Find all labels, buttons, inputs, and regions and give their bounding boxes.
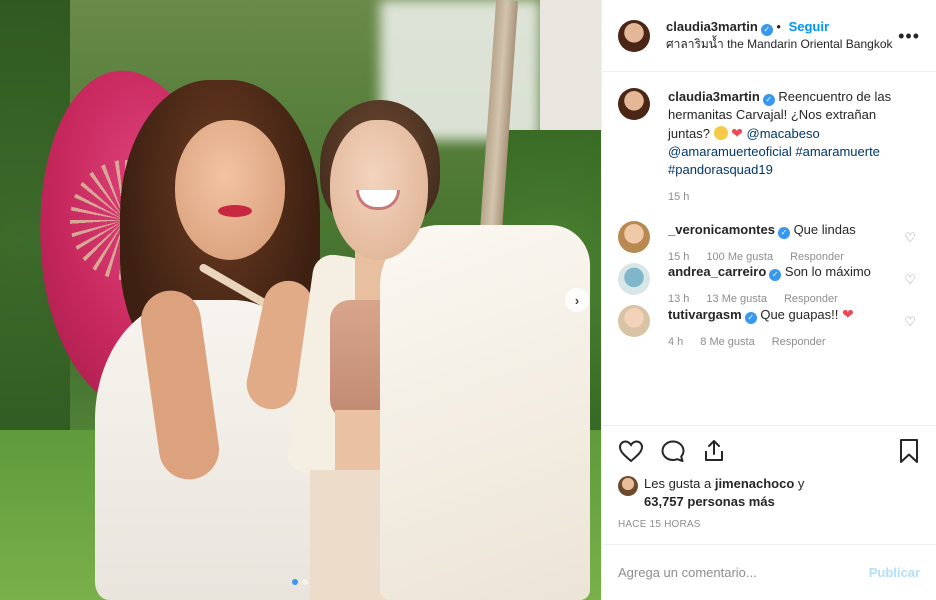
add-comment-bar: Publicar: [602, 544, 936, 600]
verified-badge-icon: ✓: [760, 24, 773, 36]
avatar[interactable]: [618, 221, 650, 253]
verified-badge-icon: ✓: [777, 227, 790, 239]
comment-likes[interactable]: 100 Me gusta: [706, 251, 773, 263]
like-comment-heart-icon[interactable]: ♡: [904, 272, 916, 288]
comment-item: andrea_carreiro ✓ Son lo máximo 13 h 13 M…: [618, 263, 920, 305]
avatar[interactable]: [618, 263, 650, 295]
comment-bubble-icon[interactable]: [660, 439, 686, 463]
comment-input[interactable]: [618, 565, 869, 580]
smile-emoji-icon: [713, 126, 728, 140]
comment-text: Son lo máximo: [784, 264, 871, 279]
location-link[interactable]: ศาลาริมน้ำ the Mandarin Oriental Bangkok: [666, 36, 893, 53]
action-bar: [602, 425, 936, 475]
heart-emoji-icon: ❤: [731, 125, 743, 141]
avatar[interactable]: [618, 476, 638, 496]
comment-likes[interactable]: 13 Me gusta: [706, 293, 767, 305]
save-bookmark-icon[interactable]: [898, 438, 920, 467]
comments-list: claudia3martin ✓ Reencuentro de las herma…: [602, 72, 936, 425]
reply-button[interactable]: Responder: [772, 336, 826, 348]
liker-username[interactable]: jimenachoco: [715, 476, 794, 491]
reply-button[interactable]: Responder: [784, 293, 838, 305]
comment-item: _veronicamontes ✓ Que lindas 15 h 100 Me …: [618, 221, 920, 263]
carousel-dot-active: [292, 579, 298, 585]
post-photo[interactable]: ›: [0, 0, 601, 600]
comment-username[interactable]: _veronicamontes: [668, 222, 775, 237]
caption: claudia3martin ✓ Reencuentro de las herma…: [618, 88, 920, 221]
heart-emoji-icon: ❤: [842, 306, 854, 322]
comment-text: Que guapas!!: [760, 307, 842, 322]
post-sidebar: claudia3martin ✓ • Seguir ศาลาริมน้ำ the …: [601, 0, 936, 600]
comment-username[interactable]: andrea_carreiro: [668, 264, 766, 279]
comment-likes[interactable]: 8 Me gusta: [700, 336, 754, 348]
carousel-dot: [302, 579, 308, 585]
more-options-icon[interactable]: •••: [898, 26, 920, 47]
separator: •: [776, 19, 781, 34]
comment-text: Que lindas: [793, 222, 856, 237]
chevron-right-icon: ›: [574, 292, 580, 308]
verified-badge-icon: ✓: [744, 312, 757, 324]
share-icon[interactable]: [702, 439, 726, 463]
comment-time: 13 h: [668, 293, 690, 305]
avatar[interactable]: [618, 305, 650, 337]
verified-badge-icon: ✓: [762, 94, 775, 106]
like-comment-heart-icon[interactable]: ♡: [904, 314, 916, 330]
hashtag-link[interactable]: #pandorasquad19: [668, 162, 773, 177]
mention-link[interactable]: @macabeso: [747, 126, 820, 141]
comment-username[interactable]: tutivargasm: [668, 307, 742, 322]
comment-time: 4 h: [668, 336, 684, 348]
reply-button[interactable]: Responder: [790, 251, 844, 263]
follow-button[interactable]: Seguir: [789, 19, 829, 34]
avatar[interactable]: [618, 19, 650, 52]
comment-time: 15 h: [668, 251, 690, 263]
comment-item: tutivargasm ✓ Que guapas!! ❤ 4 h 8 Me gus…: [618, 305, 920, 348]
post-header: claudia3martin ✓ • Seguir ศาลาริมน้ำ the …: [602, 0, 936, 72]
likes-summary: Les gusta a jimenachoco y 63,757 persona…: [602, 475, 936, 511]
likes-count[interactable]: 63,757 personas más: [644, 494, 775, 509]
hashtag-link[interactable]: #amaramuerte: [795, 144, 880, 159]
caption-username[interactable]: claudia3martin: [668, 89, 760, 104]
like-comment-heart-icon[interactable]: ♡: [904, 230, 916, 246]
verified-badge-icon: ✓: [769, 269, 782, 281]
author-username[interactable]: claudia3martin: [666, 19, 758, 34]
post-timestamp[interactable]: HACE 15 HORAS: [602, 511, 936, 530]
like-heart-icon[interactable]: [618, 439, 644, 463]
avatar[interactable]: [618, 88, 650, 120]
publish-button[interactable]: Publicar: [869, 565, 920, 580]
instagram-post: › claudia3martin ✓ • Seguir ศาลาริมน้ำ th…: [0, 0, 936, 600]
likes-connector: y: [794, 476, 805, 491]
carousel-indicator: [292, 579, 308, 585]
likes-prefix: Les gusta a: [644, 476, 715, 491]
next-slide-button[interactable]: ›: [565, 288, 589, 312]
caption-time: 15 h: [668, 191, 690, 203]
mention-link[interactable]: @amaramuerteoficial: [668, 144, 792, 159]
